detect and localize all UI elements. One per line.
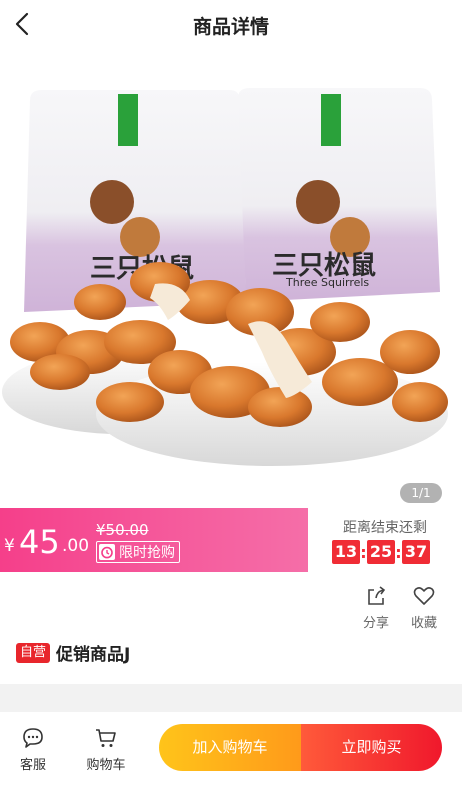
header: 商品详情 xyxy=(0,0,462,52)
countdown-separator: : xyxy=(360,542,367,562)
share-label: 分享 xyxy=(362,616,389,631)
countdown-minutes: 25 xyxy=(367,540,395,564)
bottom-action-bar: 客服 购物车 加入购物车 立即购买 xyxy=(0,712,462,807)
price-panel: ¥ 45 .00 ¥50.00 限时抢购 xyxy=(0,508,308,572)
countdown-label: 距离结束还剩 xyxy=(343,520,427,536)
countdown-panel: 距离结束还剩 13 : 25 : 37 xyxy=(308,508,462,572)
section-divider xyxy=(0,684,462,712)
product-detail-page: 商品详情 三只松鼠 Three Squirrels 1/1 ¥ 45 .00 ¥… xyxy=(0,0,462,807)
price-integer: 45 xyxy=(19,523,60,561)
product-name: 促销商品J xyxy=(56,645,131,665)
countdown-hours: 13 xyxy=(332,540,360,564)
share-icon xyxy=(368,586,386,605)
product-title-row: 自营 促销商品J xyxy=(16,640,130,665)
heart-icon xyxy=(413,587,435,605)
page-title: 商品详情 xyxy=(192,16,269,38)
chat-bubble-icon xyxy=(23,728,43,748)
customer-service-button[interactable]: 客服 xyxy=(8,726,58,773)
countdown-timer: 13 : 25 : 37 xyxy=(332,540,430,564)
shopping-cart-icon xyxy=(96,729,116,747)
favorite-label: 收藏 xyxy=(410,616,437,631)
original-price: ¥50.00 xyxy=(96,521,149,539)
price-currency: ¥ xyxy=(4,536,15,556)
flash-sale-label: 限时抢购 xyxy=(119,545,175,561)
product-actions: 分享 收藏 xyxy=(352,584,448,631)
self-operated-badge: 自营 xyxy=(16,642,51,663)
cart-label: 购物车 xyxy=(86,758,126,773)
countdown-separator: : xyxy=(395,542,402,562)
share-button[interactable]: 分享 xyxy=(352,584,400,631)
customer-service-label: 客服 xyxy=(19,758,46,773)
product-image[interactable]: 三只松鼠 三只松鼠 Three Squirrels xyxy=(0,52,462,508)
add-to-cart-button[interactable]: 加入购物车 xyxy=(159,724,301,771)
price-decimal: .00 xyxy=(62,536,90,556)
snack-bag-right: 三只松鼠 Three Squirrels xyxy=(238,88,440,302)
flash-sale-tag: 限时抢购 xyxy=(96,541,180,563)
price-bar: ¥ 45 .00 ¥50.00 限时抢购 距离结束还剩 13 : 25 : 37 xyxy=(0,508,462,572)
bag-brand-en-text: Three Squirrels xyxy=(285,276,369,289)
product-photo: 三只松鼠 三只松鼠 Three Squirrels xyxy=(2,88,448,466)
countdown-seconds: 37 xyxy=(402,540,430,564)
favorite-button[interactable]: 收藏 xyxy=(400,584,448,631)
image-counter: 1/1 xyxy=(400,483,442,503)
alarm-clock-icon xyxy=(99,544,115,560)
buy-now-button[interactable]: 立即购买 xyxy=(301,724,442,771)
cart-button[interactable]: 购物车 xyxy=(81,726,131,773)
